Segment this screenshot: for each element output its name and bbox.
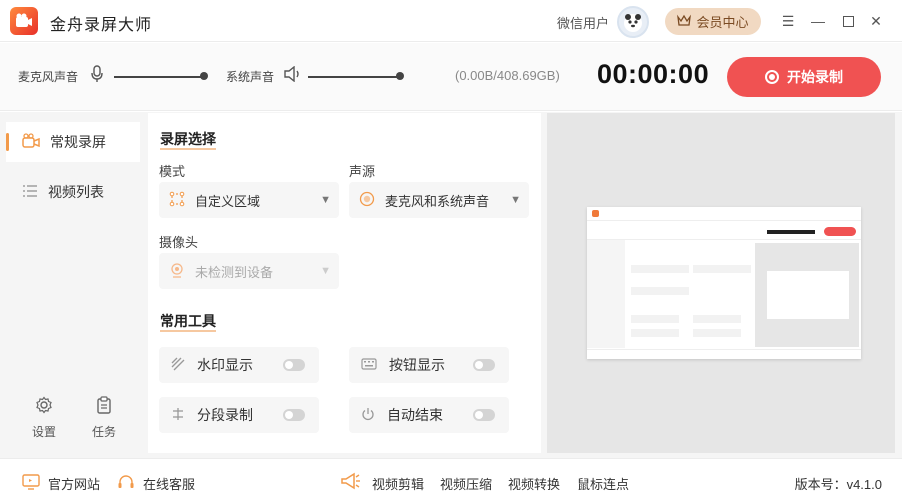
mic-volume-handle[interactable] [200, 72, 208, 80]
watermark-icon [171, 357, 185, 374]
online-support-link[interactable]: 在线客服 [117, 474, 195, 493]
webcam-icon [169, 262, 185, 281]
segment-toggle-row[interactable]: 分段录制 [159, 397, 319, 433]
menu-icon[interactable]: ☰ [778, 11, 798, 31]
system-volume-label: 系统声音 [226, 70, 275, 84]
avatar[interactable] [617, 6, 649, 38]
megaphone-icon [340, 471, 362, 496]
online-support-label: 在线客服 [143, 477, 196, 492]
camera-label: 摄像头 [159, 235, 199, 250]
camera-value: 未检测到设备 [195, 264, 274, 280]
microphone-icon[interactable] [90, 65, 104, 88]
watermark-toggle-row[interactable]: 水印显示 [159, 347, 319, 383]
chevron-down-icon: ▼ [510, 194, 521, 206]
segment-icon [171, 407, 185, 424]
tool-label: 分段录制 [197, 407, 253, 423]
mode-select[interactable]: 自定义区域 ▼ [159, 182, 339, 218]
chevron-down-icon: ▼ [320, 265, 331, 277]
tool-label: 按钮显示 [389, 357, 445, 373]
video-compress-link[interactable]: 视频压缩 [440, 474, 492, 493]
screen-selection-heading: 录屏选择 [160, 129, 216, 150]
start-recording-label: 开始录制 [787, 69, 843, 85]
chevron-down-icon: ▼ [320, 194, 331, 206]
app-logo-icon [10, 7, 38, 35]
close-icon[interactable]: ✕ [866, 11, 886, 31]
power-icon [361, 407, 375, 424]
record-icon [765, 70, 779, 84]
audio-source-label: 声源 [349, 164, 376, 179]
segment-switch[interactable] [283, 409, 305, 421]
preview-thumbnail [587, 207, 861, 359]
common-tools-heading: 常用工具 [160, 311, 216, 332]
auto-stop-switch[interactable] [473, 409, 495, 421]
version-label: 版本号：v4.1.0 [794, 477, 882, 492]
keyboard-icon [361, 357, 377, 373]
camera-icon [22, 132, 40, 152]
audio-source-value: 麦克风和系统声音 [385, 193, 490, 209]
keypress-toggle-row[interactable]: 按钮显示 [349, 347, 509, 383]
audio-source-icon [359, 191, 375, 210]
storage-indicator: (0.00B/408.69GB) [455, 68, 560, 83]
mic-volume-label: 麦克风声音 [18, 70, 79, 84]
monitor-icon [22, 474, 40, 493]
sidebar-item-label: 常规录屏 [50, 134, 106, 150]
mode-value: 自定义区域 [195, 193, 261, 209]
system-volume-handle[interactable] [396, 72, 404, 80]
start-recording-button[interactable]: 开始录制 [727, 57, 881, 97]
video-convert-link[interactable]: 视频转换 [508, 474, 560, 493]
settings-button[interactable]: 设置 [24, 396, 64, 440]
region-icon [169, 191, 185, 210]
recording-settings-panel: 录屏选择 模式 自定义区域 ▼ 声源 麦克风和系统声音 ▼ 摄像头 未检测到设备… [148, 113, 541, 453]
system-volume-slider[interactable] [308, 76, 400, 78]
gear-icon [24, 396, 64, 417]
list-icon [22, 184, 38, 201]
maximize-icon[interactable] [838, 11, 858, 31]
official-website-link[interactable]: 官方网站 [22, 474, 100, 493]
watermark-switch[interactable] [283, 359, 305, 371]
footer-bar: 官方网站 在线客服 视频剪辑 视频压缩 视频转换 鼠标连点 版本号：v4.1.0 [0, 458, 902, 502]
auto-stop-toggle-row[interactable]: 自动结束 [349, 397, 509, 433]
username[interactable]: 微信用户 [557, 13, 609, 32]
camera-select[interactable]: 未检测到设备 ▼ [159, 253, 339, 289]
crown-icon [677, 14, 692, 29]
vip-center-button[interactable]: 会员中心 [665, 8, 761, 35]
audio-source-select[interactable]: 麦克风和系统声音 ▼ [349, 182, 529, 218]
minimize-icon[interactable]: — [808, 11, 828, 31]
audio-control-bar: 麦克风声音 系统声音 (0.00B/408.69GB) 00:00:00 开始录… [0, 43, 902, 111]
video-edit-link[interactable]: 视频剪辑 [372, 474, 424, 493]
mode-label: 模式 [159, 164, 186, 179]
clipboard-icon [84, 396, 124, 417]
sidebar-item-label: 视频列表 [48, 184, 104, 200]
auto-clicker-link[interactable]: 鼠标连点 [577, 474, 629, 493]
tool-label: 自动结束 [387, 407, 443, 423]
mic-volume-slider[interactable] [114, 76, 204, 78]
settings-label: 设置 [31, 425, 56, 439]
headset-icon [117, 474, 135, 493]
sidebar-item-video-list[interactable]: 视频列表 [6, 172, 140, 212]
sidebar-item-regular-recording[interactable]: 常规录屏 [6, 122, 140, 162]
recording-timer: 00:00:00 [597, 59, 710, 89]
tool-label: 水印显示 [197, 357, 253, 373]
keypress-switch[interactable] [473, 359, 495, 371]
tasks-label: 任务 [91, 425, 116, 439]
official-website-label: 官方网站 [48, 477, 101, 492]
vip-center-label: 会员中心 [696, 15, 749, 30]
app-title: 金舟录屏大师 [50, 17, 153, 34]
tasks-button[interactable]: 任务 [84, 396, 124, 440]
title-bar: 金舟录屏大师 微信用户 会员中心 ☰ — ✕ [0, 0, 902, 42]
speaker-icon[interactable] [284, 65, 302, 87]
